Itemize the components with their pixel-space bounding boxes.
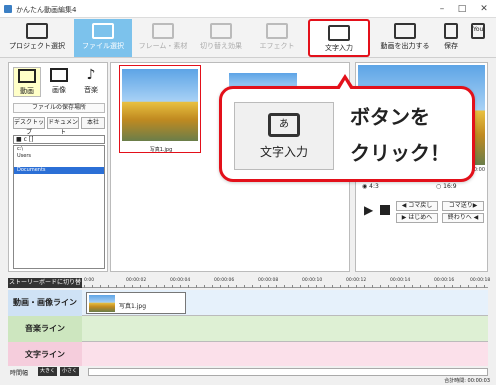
- zoom-in-button[interactable]: 大きく: [38, 367, 58, 376]
- tab-music[interactable]: ♪ 音楽: [77, 67, 105, 97]
- app-icon: [4, 5, 12, 13]
- pagoda-photo: [122, 69, 198, 141]
- total-duration: 合計時間: 00:00:03: [444, 378, 490, 384]
- preview-time: 0:00: [473, 167, 485, 173]
- zoom-out-button[interactable]: 小さく: [60, 367, 80, 376]
- track-body[interactable]: [84, 342, 488, 368]
- play-button[interactable]: ▶: [364, 203, 376, 217]
- tab-video[interactable]: 動画: [13, 67, 41, 97]
- music-note-icon: ♪: [86, 67, 96, 83]
- tree-item[interactable]: Users: [14, 153, 104, 160]
- track-label: 動画・画像ライン: [8, 290, 82, 316]
- effect-icon: [266, 23, 288, 39]
- transition-button[interactable]: 切り替え効果: [194, 19, 248, 57]
- documents-button[interactable]: ドキュメント: [47, 117, 79, 136]
- text-input-button[interactable]: 文字入力: [308, 19, 370, 57]
- youtube-button[interactable]: You: [464, 19, 492, 57]
- text-input-button-enlarged: あ 文字入力: [234, 102, 334, 170]
- close-button[interactable]: ✕: [474, 2, 494, 16]
- film-icon: [18, 69, 36, 83]
- ruler-tick: 00:00:08: [258, 278, 279, 283]
- ruler-tick: 00:00:10: [302, 278, 323, 283]
- timeline-clip[interactable]: 写真1.jpg: [86, 292, 186, 314]
- ruler-tick: 00:00:14: [390, 278, 411, 283]
- ruler-tick: 00:00:02: [126, 278, 147, 283]
- file-icon: [92, 23, 114, 39]
- ratio-16-9-radio[interactable]: ○ 16:9: [436, 183, 457, 190]
- tree-item-selected[interactable]: Documents: [14, 167, 104, 174]
- callout-text: ボタンを クリック！: [350, 105, 450, 165]
- text-icon: [328, 25, 350, 41]
- zoom-label: 時間幅: [10, 370, 29, 377]
- clip-thumbnail: [89, 295, 115, 312]
- export-icon: [394, 23, 416, 39]
- go-end-button[interactable]: 終わりへ ◀: [442, 213, 484, 223]
- drive-select[interactable]: ■ c []: [13, 135, 105, 144]
- next-frame-button[interactable]: コマ送り▶: [442, 201, 484, 211]
- project-icon: [26, 23, 48, 39]
- timeline-scrollbar[interactable]: [88, 368, 488, 376]
- go-start-button[interactable]: ▶ はじめへ: [396, 213, 438, 223]
- track-label: 音楽ライン: [8, 316, 82, 342]
- stop-button[interactable]: [380, 205, 390, 215]
- folder-tree[interactable]: c:\ Users Documents: [13, 145, 105, 269]
- instruction-callout: あ 文字入力 ボタンを クリック！: [219, 74, 475, 182]
- storyboard-switch-button[interactable]: ストーリーボードに切り替え: [8, 278, 82, 296]
- media-browser-panel: 動画 画像 ♪ 音楽 ファイルの保存場所 デスクトップ ドキュメント 本社 ■ …: [8, 62, 108, 272]
- track-label: 文字ライン: [8, 342, 82, 368]
- track-body[interactable]: 写真1.jpg: [84, 290, 488, 316]
- timeline-header: ストーリーボードに切り替え 0:00 00:00:02 00:00:04 00:…: [8, 278, 491, 296]
- ruler-tick: 0:00: [84, 278, 95, 283]
- track-body[interactable]: [84, 316, 488, 342]
- frame-material-button[interactable]: フレーム・素材: [134, 19, 192, 57]
- save-button[interactable]: 保存: [440, 19, 462, 57]
- ruler-tick: 00:00:06: [214, 278, 235, 283]
- minimize-button[interactable]: –: [432, 2, 452, 16]
- maximize-button[interactable]: □: [452, 2, 472, 16]
- file-select-button[interactable]: ファイル選択: [74, 19, 132, 57]
- save-icon: [444, 23, 458, 39]
- prev-frame-button[interactable]: ◀ コマ戻し: [396, 201, 438, 211]
- status-bar: 時間幅 大きく 小さく 合計時間: 00:00:03: [0, 366, 496, 385]
- tab-image[interactable]: 画像: [45, 67, 73, 97]
- video-image-track: 動画・画像ライン 写真1.jpg: [8, 290, 488, 316]
- ruler-tick: 00:00:04: [170, 278, 191, 283]
- export-video-button[interactable]: 動画を出力する: [372, 19, 438, 57]
- desktop-button[interactable]: デスクトップ: [13, 117, 45, 136]
- tree-item[interactable]: c:\: [14, 146, 104, 153]
- ruler-tick: 00:00:18: [470, 278, 491, 283]
- ruler-tick: 00:00:12: [346, 278, 367, 283]
- time-ruler[interactable]: 0:00 00:00:02 00:00:04 00:00:06 00:00:08…: [84, 278, 491, 288]
- honsha-button[interactable]: 本社: [81, 117, 105, 129]
- ratio-4-3-radio[interactable]: ◉ 4:3: [362, 183, 379, 190]
- thumbnail-caption: 写真1.jpg: [149, 147, 173, 153]
- music-track: 音楽ライン: [8, 316, 488, 342]
- effect-button[interactable]: エフェクト: [252, 19, 302, 57]
- toolbar: プロジェクト選択 ファイル選択 フレーム・素材 切り替え効果 エフェクト 文字入…: [0, 18, 496, 58]
- youtube-icon: You: [471, 23, 485, 39]
- image-icon: [50, 68, 68, 82]
- tree-item[interactable]: [14, 160, 104, 167]
- project-select-button[interactable]: プロジェクト選択: [2, 19, 72, 57]
- text-track: 文字ライン: [8, 342, 488, 368]
- thumbnail-item-selected[interactable]: 写真1.jpg: [119, 65, 201, 153]
- save-location-title: ファイルの保存場所: [13, 103, 105, 113]
- ruler-tick: 00:00:16: [434, 278, 455, 283]
- transition-icon: [210, 23, 232, 39]
- window-title: かんたん動画編集4: [16, 6, 77, 14]
- title-bar: かんたん動画編集4 – □ ✕: [0, 0, 496, 18]
- text-icon: あ: [268, 113, 300, 137]
- frame-icon: [152, 23, 174, 39]
